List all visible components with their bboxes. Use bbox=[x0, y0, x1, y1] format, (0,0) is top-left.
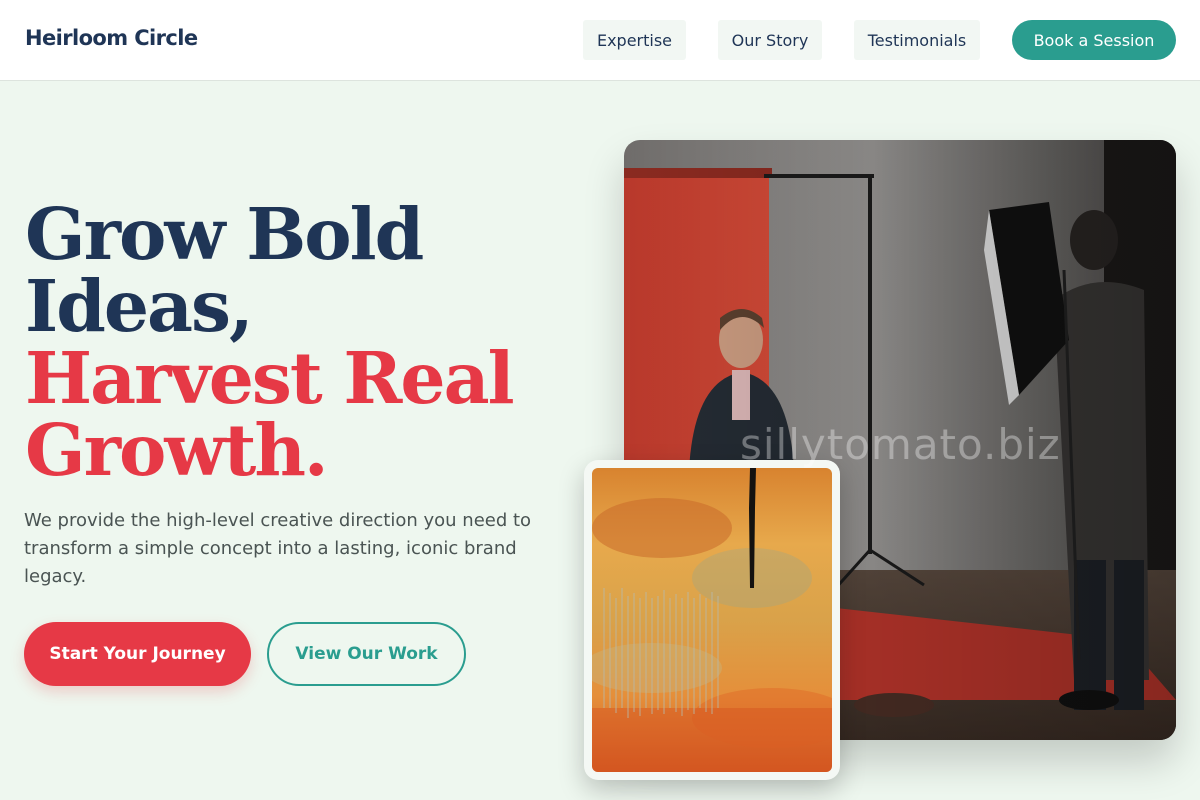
nav-expertise[interactable]: Expertise bbox=[583, 20, 686, 60]
art-painting bbox=[592, 468, 832, 772]
hero-title-line-3: Harvest Real bbox=[25, 336, 515, 420]
hero-title: Grow Bold Ideas, Harvest Real Growth. bbox=[25, 198, 585, 486]
hero-title-line-2: Ideas, bbox=[25, 264, 254, 348]
hero-title-line-4: Growth. bbox=[25, 408, 329, 492]
start-journey-button[interactable]: Start Your Journey bbox=[24, 622, 251, 686]
nav-our-story[interactable]: Our Story bbox=[718, 20, 822, 60]
book-session-button[interactable]: Book a Session bbox=[1012, 20, 1176, 60]
art-painting-card bbox=[584, 460, 840, 780]
brand-logo[interactable]: Heirloom Circle bbox=[25, 26, 198, 50]
nav-testimonials[interactable]: Testimonials bbox=[854, 20, 980, 60]
hero-title-line-1: Grow Bold bbox=[25, 192, 424, 276]
site-header: Heirloom Circle Expertise Our Story Test… bbox=[0, 0, 1200, 81]
hero-description: We provide the high-level creative direc… bbox=[24, 510, 532, 587]
view-work-button[interactable]: View Our Work bbox=[267, 622, 466, 686]
